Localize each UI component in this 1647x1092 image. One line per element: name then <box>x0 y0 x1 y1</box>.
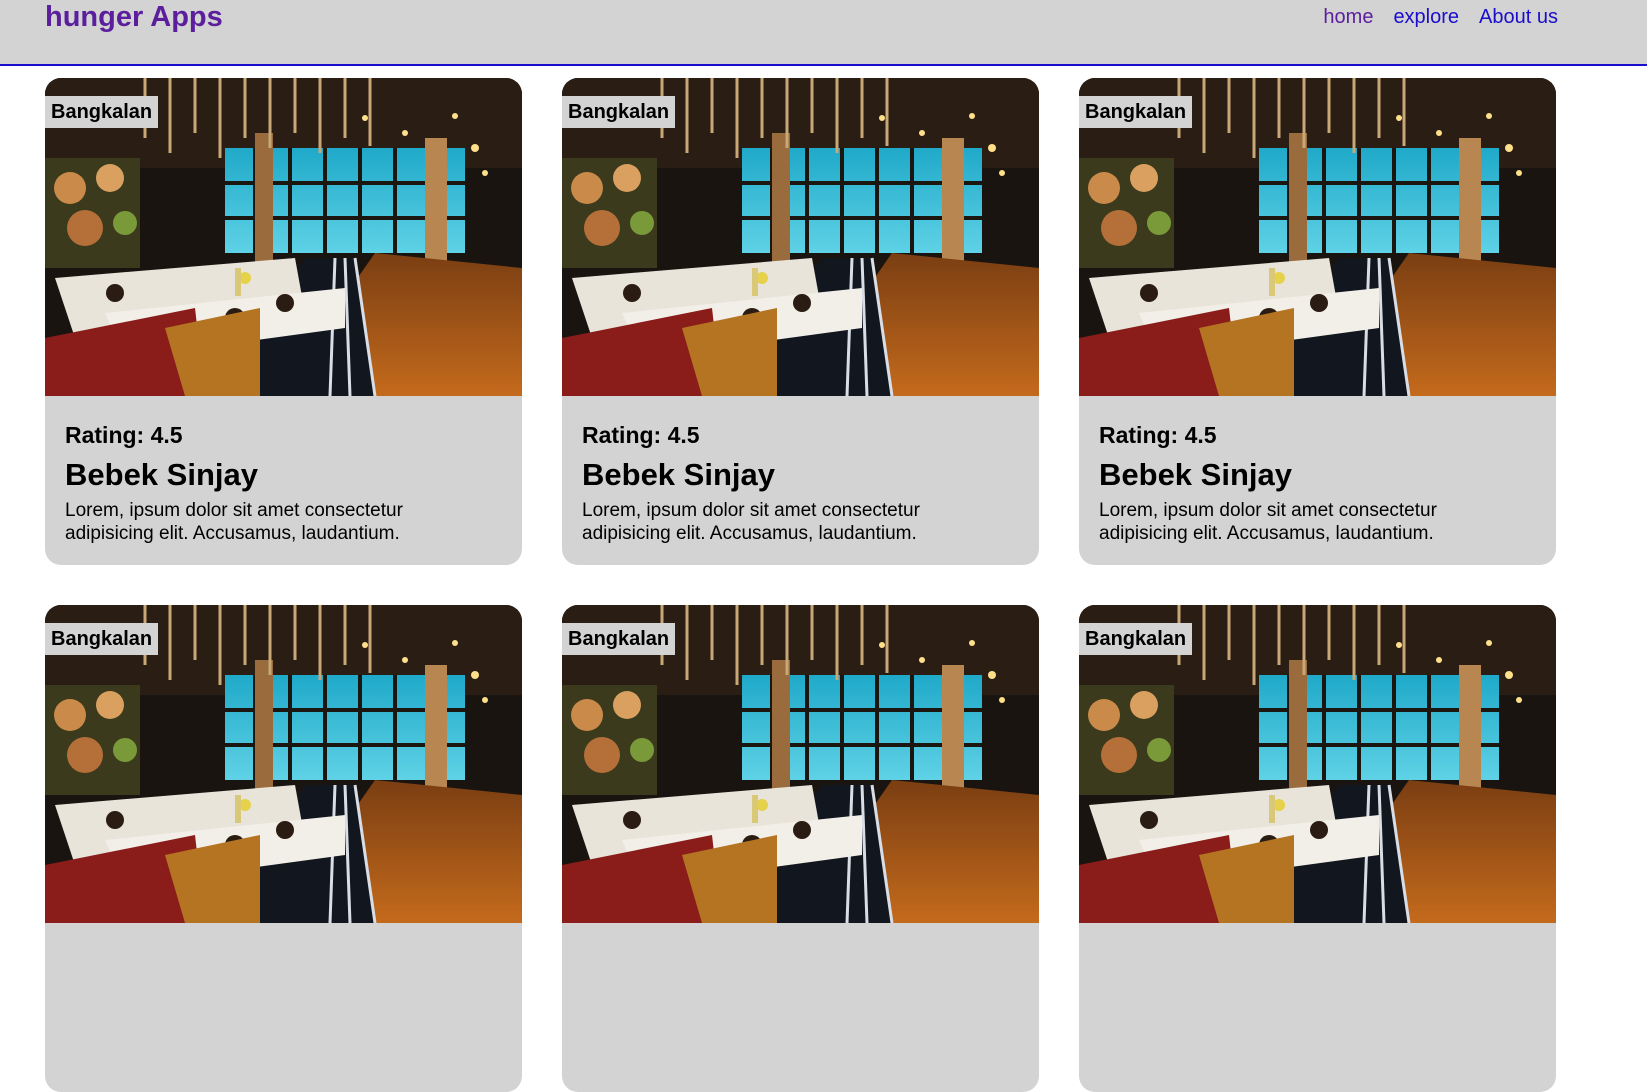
restaurant-image: Bangkalan <box>45 78 522 396</box>
restaurant-name[interactable]: Bebek Sinjay <box>65 455 502 495</box>
rating-text: Rating: 4.5 <box>65 422 183 448</box>
restaurant-image: Bangkalan <box>562 78 1039 396</box>
brand-logo-text[interactable]: hunger Apps <box>45 0 223 34</box>
city-badge: Bangkalan <box>1079 96 1193 128</box>
city-badge: Bangkalan <box>562 96 676 128</box>
restaurant-image: Bangkalan <box>562 605 1039 923</box>
rating-text: Rating: 4.5 <box>582 422 700 448</box>
nav-about-link[interactable]: About us <box>1479 4 1558 30</box>
restaurant-description: Lorem, ipsum dolor sit amet consectetur … <box>582 500 920 544</box>
restaurant-image: Bangkalan <box>1079 605 1556 923</box>
restaurant-image: Bangkalan <box>45 605 522 923</box>
restaurant-card[interactable]: Bangkalan <box>562 605 1039 1092</box>
restaurant-card[interactable]: Bangkalan Rating: 4.5 Bebek Sinjay Lorem… <box>45 78 522 565</box>
city-badge: Bangkalan <box>45 96 159 128</box>
restaurant-card[interactable]: Bangkalan <box>45 605 522 1092</box>
restaurant-card[interactable]: Bangkalan Rating: 4.5 Bebek Sinjay Lorem… <box>562 78 1039 565</box>
restaurant-card[interactable]: Bangkalan Rating: 4.5 Bebek Sinjay Lorem… <box>1079 78 1556 565</box>
restaurant-description: Lorem, ipsum dolor sit amet consectetur … <box>65 500 403 544</box>
nav-home-link[interactable]: home <box>1323 4 1373 30</box>
city-badge: Bangkalan <box>1079 623 1193 655</box>
restaurant-card[interactable]: Bangkalan <box>1079 605 1556 1092</box>
city-badge: Bangkalan <box>45 623 159 655</box>
restaurant-name[interactable]: Bebek Sinjay <box>1099 455 1536 495</box>
restaurant-image: Bangkalan <box>1079 78 1556 396</box>
app-header: hunger Apps home explore About us <box>0 0 1647 66</box>
nav-explore-link[interactable]: explore <box>1393 4 1459 30</box>
restaurant-grid: Bangkalan Rating: 4.5 Bebek Sinjay Lorem… <box>45 78 1556 1092</box>
restaurant-name[interactable]: Bebek Sinjay <box>582 455 1019 495</box>
rating-text: Rating: 4.5 <box>1099 422 1217 448</box>
city-badge: Bangkalan <box>562 623 676 655</box>
main-nav: home explore About us <box>1323 4 1558 30</box>
card-body: Rating: 4.5 Bebek Sinjay Lorem, ipsum do… <box>45 396 522 545</box>
restaurant-description: Lorem, ipsum dolor sit amet consectetur … <box>1099 500 1437 544</box>
card-body: Rating: 4.5 Bebek Sinjay Lorem, ipsum do… <box>562 396 1039 545</box>
card-body: Rating: 4.5 Bebek Sinjay Lorem, ipsum do… <box>1079 396 1556 545</box>
